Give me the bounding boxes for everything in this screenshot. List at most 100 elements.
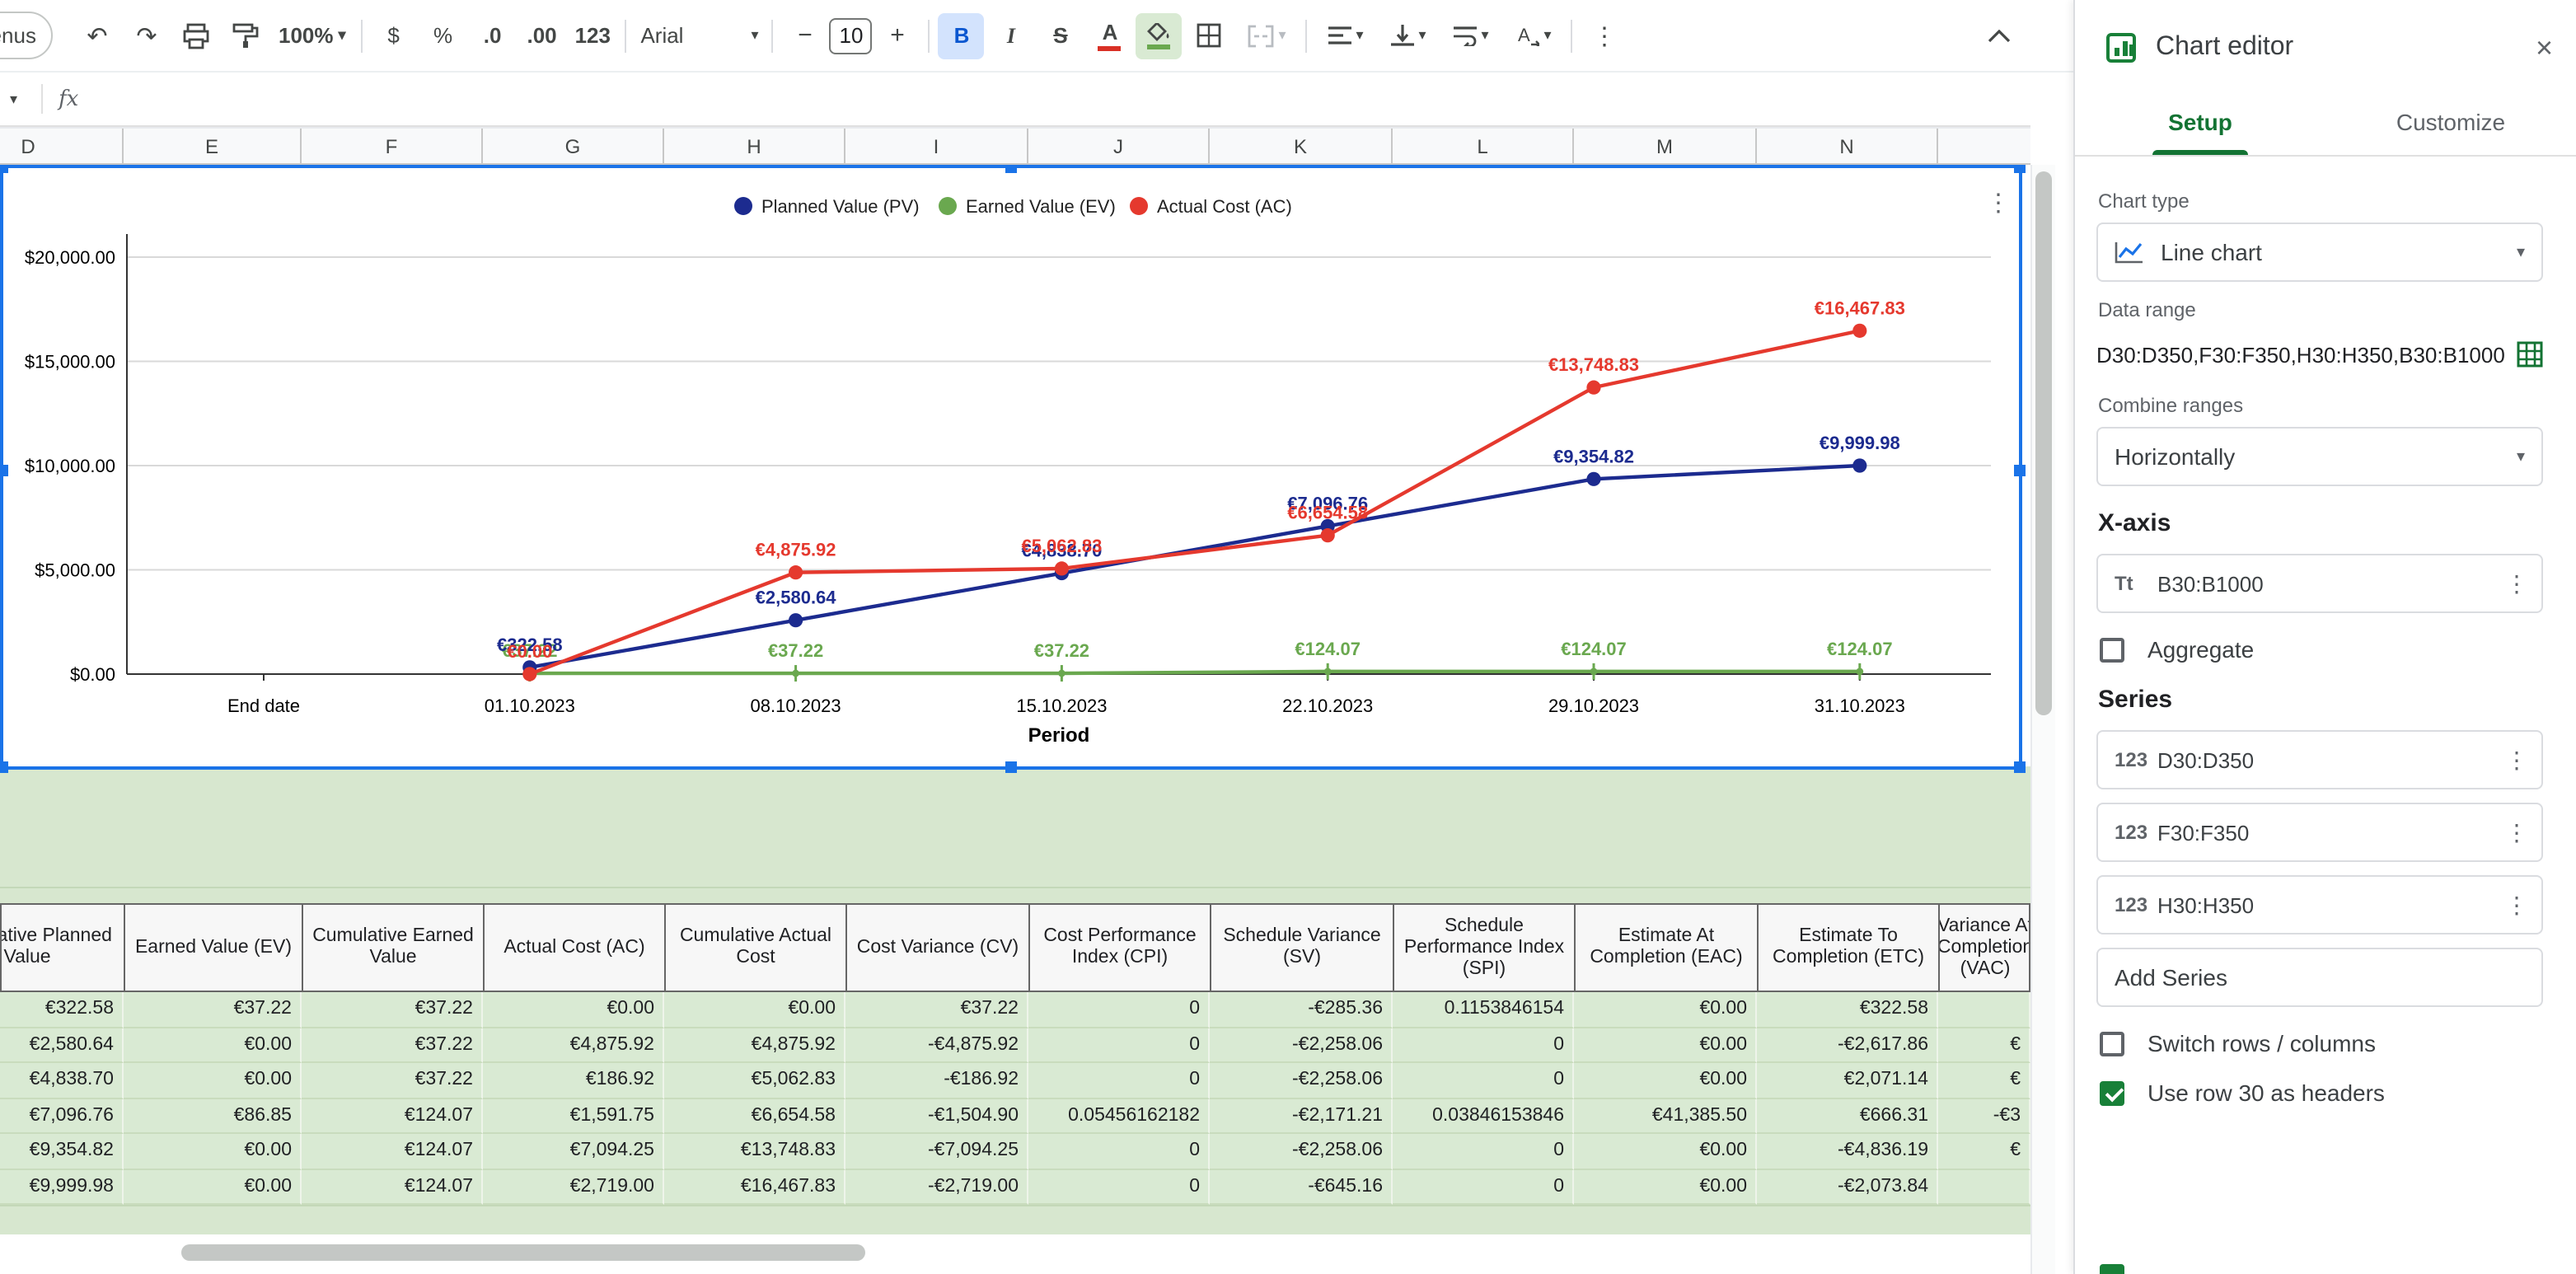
series-range-row[interactable]: 123H30:H350⋮ [2096,875,2543,934]
cell[interactable]: €322.58 [1757,992,1938,1028]
select-data-range-icon[interactable] [2517,341,2543,368]
formula-bar[interactable]: ▾ fx [0,73,2030,127]
cell[interactable]: €37.22 [302,1028,483,1063]
cell[interactable]: €9,999.98 [0,1169,124,1205]
cell[interactable]: 0.1153846154 [1393,992,1574,1028]
merge-cells-button[interactable]: ▾ [1235,12,1298,59]
chart-type-select[interactable]: Line chart ▾ [2096,222,2543,282]
cell[interactable]: €124.07 [302,1169,483,1205]
collapse-toolbar-button[interactable] [1976,13,2022,59]
series-range-row[interactable]: 123F30:F350⋮ [2096,803,2543,862]
switch-rows-columns-checkbox[interactable] [2100,1031,2124,1056]
paint-format-button[interactable] [222,12,269,59]
cell[interactable]: -€645.16 [1210,1169,1393,1205]
table-header-cell[interactable]: Cumulative Earned Value [302,903,483,992]
add-series-button[interactable]: Add Series [2096,948,2543,1007]
format-percent-button[interactable]: % [420,12,466,59]
cell[interactable]: 0 [1028,1134,1210,1169]
cell[interactable]: -€7,094.25 [845,1134,1028,1169]
cell[interactable]: 0.05456162182 [1028,1098,1210,1134]
switch-rows-columns-option[interactable]: Switch rows / columns [2100,1030,2543,1056]
cell[interactable]: €0.00 [124,1169,302,1205]
horizontal-scrollbar[interactable] [181,1244,865,1261]
cell[interactable]: -€2,258.06 [1210,1134,1393,1169]
cell[interactable]: -€2,617.86 [1757,1028,1938,1063]
combine-ranges-select[interactable]: Horizontally ▾ [2096,427,2543,486]
table-header-cell[interactable]: Variance At Completion (VAC) [1938,903,2030,992]
cell[interactable]: €37.22 [845,992,1028,1028]
column-header-F[interactable]: F [302,129,483,165]
cell[interactable]: €16,467.83 [664,1169,845,1205]
use-row-headers-option[interactable]: Use row 30 as headers [2100,1080,2543,1106]
zoom-select[interactable]: 100%▾ [272,12,353,59]
cell[interactable]: -€2,073.84 [1757,1169,1938,1205]
table-header-cell[interactable]: Estimate To Completion (ETC) [1757,903,1938,992]
vertical-align-button[interactable]: ▾ [1379,12,1438,59]
increase-decimal-button[interactable]: .00 [519,12,565,59]
data-range-field[interactable]: D30:D350,F30:F350,H30:H350,B30:B1000 [2096,331,2543,377]
cell[interactable]: -€4,836.19 [1757,1134,1938,1169]
column-header-M[interactable]: M [1574,129,1757,165]
cell[interactable]: 0 [1028,992,1210,1028]
cell[interactable]: 0 [1393,1169,1574,1205]
cell[interactable]: €0.00 [1574,1134,1757,1169]
kebab-icon[interactable]: ⋮ [2505,891,2528,919]
cell[interactable]: €4,875.92 [483,1028,664,1063]
cell[interactable]: €1,591.75 [483,1098,664,1134]
column-header-I[interactable]: I [845,129,1028,165]
cell[interactable]: €41,385.50 [1574,1098,1757,1134]
x-axis-range-row[interactable]: Tt B30:B1000 ⋮ [2096,554,2543,613]
vertical-scrollbar[interactable] [2030,165,2055,1274]
cell[interactable]: €13,748.83 [664,1134,845,1169]
more-toolbar-button[interactable]: ⋮ [1581,12,1628,59]
font-family-select[interactable]: Arial▾ [635,12,764,59]
cell[interactable]: €7,094.25 [483,1134,664,1169]
font-size-input[interactable]: 10 [830,17,873,54]
cell[interactable]: 0 [1028,1169,1210,1205]
selection-handle[interactable] [2014,465,2026,476]
bold-button[interactable]: B [939,12,985,59]
cell[interactable]: €37.22 [302,992,483,1028]
selection-handle[interactable] [1005,165,1017,173]
tab-customize[interactable]: Customize [2325,96,2576,155]
decrease-font-size-button[interactable]: − [782,12,828,59]
table-header-cell[interactable]: Cumulative Actual Cost [664,903,845,992]
cell[interactable]: 0 [1028,1028,1210,1063]
sheet-green-cells[interactable] [0,766,2030,903]
legend-item[interactable]: Earned Value (EV) [939,196,1116,217]
column-header-D[interactable]: D [0,129,124,165]
use-row-headers-checkbox[interactable] [2100,1080,2124,1105]
selection-handle[interactable] [1005,761,1017,773]
cell[interactable]: €0.00 [124,1063,302,1098]
cell[interactable]: €124.07 [302,1098,483,1134]
cell[interactable]: -€2,719.00 [845,1169,1028,1205]
italic-button[interactable]: I [988,12,1034,59]
table-header-cell[interactable]: Schedule Variance (SV) [1210,903,1393,992]
decrease-decimal-button[interactable]: .0 [470,12,516,59]
cell[interactable]: €37.22 [302,1063,483,1098]
cell[interactable]: 0 [1393,1063,1574,1098]
cell[interactable]: €0.00 [664,992,845,1028]
column-header-K[interactable]: K [1210,129,1393,165]
cell[interactable] [1938,992,2030,1028]
cell[interactable]: €6,654.58 [664,1098,845,1134]
cell[interactable]: -€186.92 [845,1063,1028,1098]
cell[interactable]: 0.03846153846 [1393,1098,1574,1134]
redo-button[interactable]: ↷ [124,12,170,59]
column-header-E[interactable]: E [124,129,302,165]
cell[interactable]: €37.22 [124,992,302,1028]
truncated-checkbox[interactable] [2100,1264,2124,1274]
kebab-icon[interactable]: ⋮ [2505,818,2528,846]
cell[interactable]: 0 [1393,1028,1574,1063]
text-rotation-button[interactable]: A ▾ [1504,12,1563,59]
selection-handle[interactable] [0,761,8,773]
fill-color-button[interactable] [1136,12,1183,59]
table-header-cell[interactable]: Cumulative Planned Value [0,903,124,992]
cell[interactable]: €322.58 [0,992,124,1028]
cell[interactable]: € [1938,1063,2030,1098]
column-header-N[interactable]: N [1757,129,1938,165]
cell[interactable]: € [1938,1028,2030,1063]
table-header-cell[interactable]: Actual Cost (AC) [483,903,664,992]
increase-font-size-button[interactable]: + [874,12,920,59]
cell[interactable]: -€3 [1938,1098,2030,1134]
